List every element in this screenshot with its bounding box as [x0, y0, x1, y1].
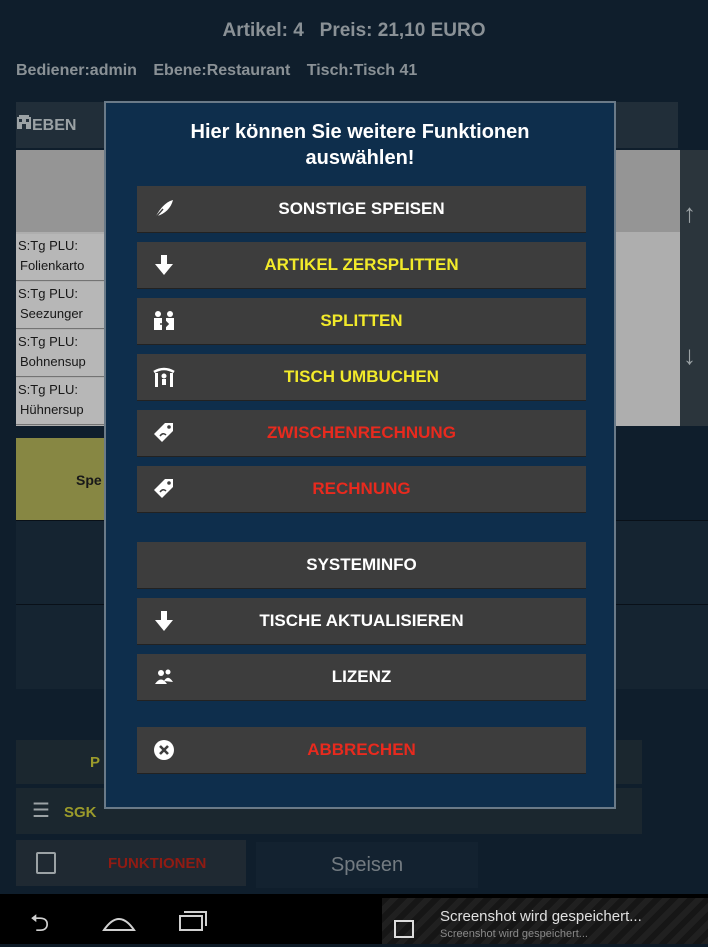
button-label: RECHNUNG	[312, 479, 411, 498]
tische-aktualisieren-button[interactable]: TISCHE AKTUALISIEREN	[137, 598, 586, 644]
button-label: LIZENZ	[331, 667, 392, 686]
image-icon	[394, 920, 414, 938]
button-label: ABBRECHEN	[307, 740, 416, 759]
tisch-umbuchen-button[interactable]: TISCH UMBUCHEN	[137, 354, 586, 400]
notification-subtitle: Screenshot wird gespeichert...	[440, 928, 588, 940]
button-label: SPLITTEN	[320, 311, 403, 330]
rechnung-button[interactable]: RECHNUNG	[137, 466, 586, 512]
button-label: SYSTEMINFO	[306, 555, 417, 574]
notification-title: Screenshot wird gespeichert...	[440, 908, 642, 925]
button-label: TISCHE AKTUALISIEREN	[259, 611, 464, 630]
lizenz-button[interactable]: LIZENZ	[137, 654, 586, 700]
recent-apps-icon[interactable]	[178, 910, 208, 932]
zwischenrechnung-button[interactable]: ZWISCHENRECHNUNG	[137, 410, 586, 456]
button-label: ZWISCHENRECHNUNG	[267, 423, 456, 442]
sonstige-speisen-button[interactable]: SONSTIGE SPEISEN	[137, 186, 586, 232]
button-label: ARTIKEL ZERSPLITTEN	[264, 255, 459, 274]
splitten-button[interactable]: SPLITTEN	[137, 298, 586, 344]
home-icon[interactable]	[102, 912, 136, 932]
systeminfo-button[interactable]: SYSTEMINFO	[137, 542, 586, 588]
dialog-title: Hier können Sie weitere Funktionen auswä…	[190, 121, 530, 169]
functions-dialog: Hier können Sie weitere Funktionen auswä…	[104, 101, 616, 809]
button-label: TISCH UMBUCHEN	[284, 367, 439, 386]
back-icon[interactable]: ⮌	[30, 906, 49, 947]
button-label: SONSTIGE SPEISEN	[278, 199, 445, 218]
abbrechen-button[interactable]: ABBRECHEN	[137, 727, 586, 773]
artikel-zersplitten-button[interactable]: ARTIKEL ZERSPLITTEN	[137, 242, 586, 288]
